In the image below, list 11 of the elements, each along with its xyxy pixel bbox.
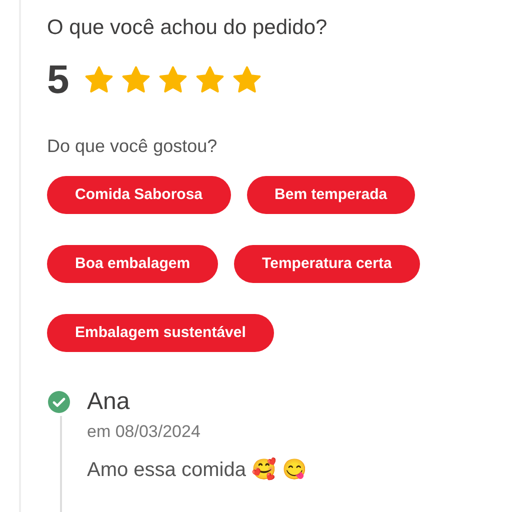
tag-chip[interactable]: Temperatura certa <box>234 245 420 283</box>
tag-chip[interactable]: Boa embalagem <box>47 245 218 283</box>
tag-chip[interactable]: Embalagem sustentável <box>47 314 274 352</box>
question-title: O que você achou do pedido? <box>47 15 328 41</box>
review-date: em 08/03/2024 <box>87 421 202 443</box>
review-text: Amo essa comida 🥰 😋 <box>87 456 308 483</box>
rating-score: 5 <box>47 60 70 100</box>
section-title: Do que você gostou? <box>47 135 218 158</box>
tag-chip[interactable]: Bem temperada <box>246 176 416 214</box>
author-name: Ana <box>87 388 130 416</box>
tag-chip[interactable]: Comida Saborosa <box>47 176 231 214</box>
